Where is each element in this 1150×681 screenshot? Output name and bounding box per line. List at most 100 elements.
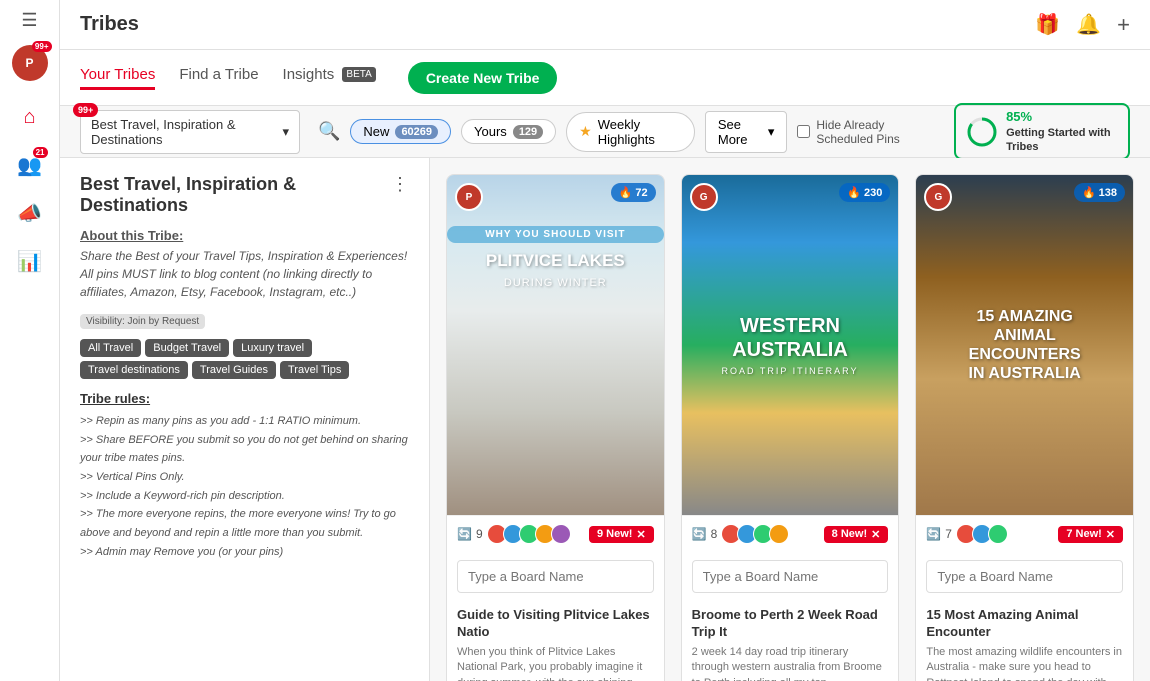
new-badge: 8 New! ✕ — [824, 526, 889, 543]
add-button[interactable]: + — [1117, 12, 1130, 38]
tag-budget-travel: Budget Travel — [145, 339, 229, 357]
pin-description: When you think of Plitvice Lakes Nationa… — [447, 645, 664, 681]
progress-circle — [966, 116, 998, 148]
tab-your-tribes[interactable]: Your Tribes — [80, 66, 155, 90]
board-name-input[interactable] — [457, 560, 654, 593]
pin-card-3: G 🔥 138 15 AMAZING ANIMAL ENCOUNTERS IN … — [915, 174, 1134, 681]
tribe-title: Best Travel, Inspiration & Destinations — [80, 174, 391, 216]
see-more-button[interactable]: See More ▾ — [705, 111, 787, 153]
sidebar-item-chart[interactable]: 📊 — [10, 241, 50, 281]
chevron-down-icon: ▾ — [282, 124, 289, 140]
sidebar-item-home[interactable]: ⌂ — [10, 97, 50, 137]
repin-icon: 🔄 — [457, 527, 472, 541]
pin-actions: 🔄 9 — [447, 515, 664, 552]
pins-grid: P 🔥 72 WHY YOU SHOULD VISIT PLITVICE LAK… — [430, 158, 1150, 681]
repin-icon: 🔄 — [926, 527, 941, 541]
pin-avatar — [988, 524, 1008, 544]
chevron-down-icon: ▾ — [768, 124, 775, 140]
tag-travel-guides: Travel Guides — [192, 361, 276, 379]
beta-badge: BETA — [342, 67, 375, 82]
pin-image-container: G 🔥 138 15 AMAZING ANIMAL ENCOUNTERS IN … — [916, 175, 1133, 515]
top-header: Tribes 🎁 🔔 + — [60, 0, 1150, 50]
visibility-badge: Visibility: Join by Request — [80, 314, 205, 329]
hamburger-menu[interactable]: ☰ — [21, 10, 37, 31]
pin-card: G 🔥 230 WESTERN AUSTRALIA ROAD TRIP ITIN… — [681, 174, 900, 681]
close-icon[interactable]: ✕ — [636, 528, 645, 541]
img-title: PLITVICE LAKES — [447, 251, 664, 271]
yours-chip-count: 129 — [513, 125, 543, 139]
pin-avatar — [551, 524, 571, 544]
pin-avatar — [769, 524, 789, 544]
tribe-name: Best Travel, Inspiration & Destinations — [91, 117, 276, 147]
img-tag: WHY YOU SHOULD VISIT — [447, 226, 664, 243]
weekly-highlights-chip[interactable]: ★ Weekly Highlights — [566, 112, 695, 152]
pins-list: P 🔥 72 WHY YOU SHOULD VISIT PLITVICE LAK… — [446, 174, 1134, 681]
pin-actions: 🔄 8 8 N — [682, 515, 899, 552]
pin-card-1: P 🔥 72 WHY YOU SHOULD VISIT PLITVICE LAK… — [446, 174, 665, 681]
weekly-chip-label: Weekly Highlights — [598, 117, 682, 147]
search-icon[interactable]: 🔍 — [318, 121, 340, 142]
pin-avatars — [956, 524, 1008, 544]
pin-title: Guide to Visiting Plitvice Lakes Natio — [447, 601, 664, 645]
pin-repins: 🔄 9 — [457, 524, 571, 544]
pin-actions: 🔄 7 7 New! — [916, 515, 1133, 552]
img-subtitle: DURING WINTER — [447, 277, 664, 289]
pin-avatars — [721, 524, 789, 544]
pin-image-container: P 🔥 72 WHY YOU SHOULD VISIT PLITVICE LAK… — [447, 175, 664, 515]
gift-icon[interactable]: 🎁 — [1035, 12, 1060, 37]
sidebar-item-megaphone[interactable]: 📣 — [10, 193, 50, 233]
sidebar-nav: ⌂ 👥 21 📣 📊 — [10, 97, 50, 281]
page-title: Tribes — [80, 13, 139, 36]
tribe-selector[interactable]: 99+ Best Travel, Inspiration & Destinati… — [80, 110, 300, 154]
getting-started-widget[interactable]: 85% Getting Started with Tribes — [954, 103, 1130, 160]
create-tribe-button[interactable]: Create New Tribe — [408, 62, 558, 94]
new-filter-chip[interactable]: New 60269 — [350, 119, 451, 144]
avatar-badge: 99+ — [32, 41, 52, 52]
tab-insights[interactable]: Insights BETA — [283, 66, 376, 90]
star-icon: ★ — [579, 123, 592, 140]
pin-image-container: G 🔥 230 WESTERN AUSTRALIA ROAD TRIP ITIN… — [682, 175, 899, 515]
new-chip-label: New — [363, 124, 389, 139]
tribe-info-panel: Best Travel, Inspiration & Destinations … — [60, 158, 430, 681]
board-name-input[interactable] — [926, 560, 1123, 593]
img-animal-title: 15 AMAZING ANIMAL ENCOUNTERS IN AUSTRALI… — [969, 307, 1081, 384]
getting-started-text: 85% Getting Started with Tribes — [1006, 109, 1118, 154]
hide-scheduled-checkbox[interactable] — [797, 125, 810, 138]
hide-scheduled-label[interactable]: Hide Already Scheduled Pins — [797, 118, 944, 146]
img-big-title: WESTERN AUSTRALIA — [732, 314, 848, 362]
about-label: About this Tribe: — [80, 228, 409, 243]
board-name-input[interactable] — [692, 560, 889, 593]
tag-all-travel: All Travel — [80, 339, 141, 357]
tribe-tags: All Travel Budget Travel Luxury travel T… — [80, 339, 409, 379]
filter-bar: 99+ Best Travel, Inspiration & Destinati… — [60, 106, 1150, 158]
tab-find-tribe[interactable]: Find a Tribe — [179, 66, 258, 90]
tag-travel-destinations: Travel destinations — [80, 361, 188, 379]
bell-icon[interactable]: 🔔 — [1076, 12, 1101, 37]
pin-description: The most amazing wildlife encounters in … — [916, 645, 1133, 681]
avatar[interactable]: P 99+ — [12, 45, 48, 81]
pin-title: Broome to Perth 2 Week Road Trip It — [682, 601, 899, 645]
more-options-icon[interactable]: ⋮ — [391, 174, 409, 195]
people-badge: 21 — [33, 147, 48, 158]
rules-text: >> Repin as many pins as you add - 1:1 R… — [80, 412, 409, 562]
tab-bar: Your Tribes Find a Tribe Insights BETA C… — [60, 50, 1150, 106]
pin-avatars — [487, 524, 571, 544]
tag-travel-tips: Travel Tips — [280, 361, 349, 379]
new-chip-count: 60269 — [395, 125, 438, 139]
repin-icon: 🔄 — [692, 527, 707, 541]
close-icon[interactable]: ✕ — [1106, 528, 1115, 541]
close-icon[interactable]: ✕ — [871, 528, 880, 541]
new-badge: 7 New! ✕ — [1058, 526, 1123, 543]
sidebar-item-people[interactable]: 👥 21 — [10, 145, 50, 185]
pin-card-2: G 🔥 230 WESTERN AUSTRALIA ROAD TRIP ITIN… — [681, 174, 900, 681]
avatar-initials: P — [25, 56, 33, 70]
getting-started-pct: 85% — [1006, 109, 1118, 126]
header-actions: 🎁 🔔 + — [1035, 12, 1130, 38]
new-badge: 9 New! ✕ — [589, 526, 654, 543]
pin-repins: 🔄 8 — [692, 524, 790, 544]
pin-title: 15 Most Amazing Animal Encounter — [916, 601, 1133, 645]
img-sub: ROAD TRIP ITINERARY — [721, 366, 858, 376]
pin-overlay-text: 15 AMAZING ANIMAL ENCOUNTERS IN AUSTRALI… — [916, 175, 1133, 515]
getting-started-label: Getting Started with Tribes — [1006, 126, 1118, 155]
yours-filter-chip[interactable]: Yours 129 — [461, 119, 556, 144]
